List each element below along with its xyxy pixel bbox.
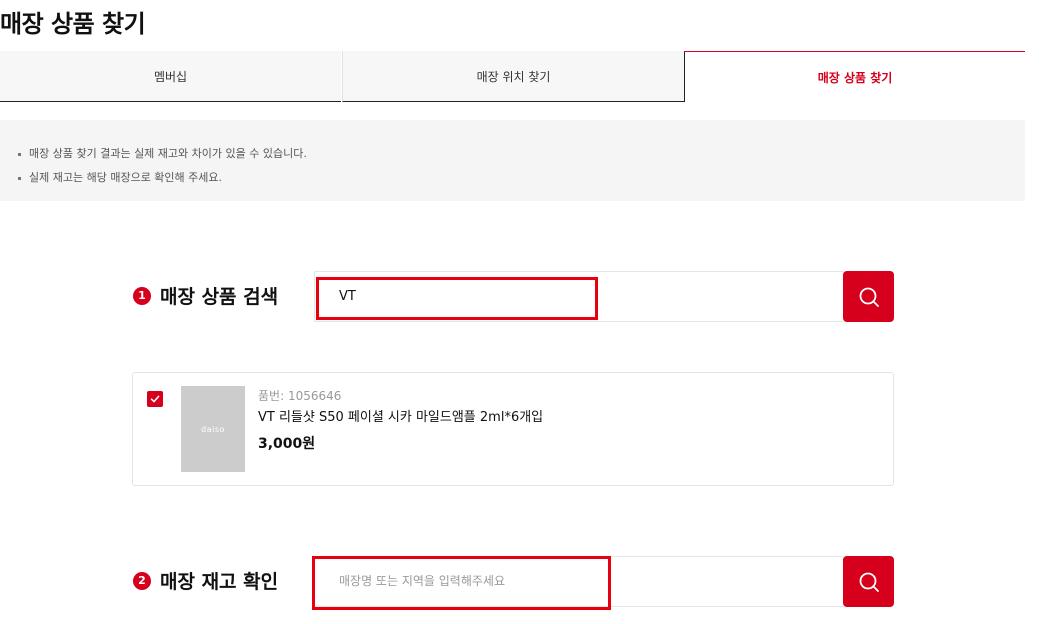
daiso-logo: daiso xyxy=(201,424,225,434)
tab-store-location[interactable]: 매장 위치 찾기 xyxy=(342,51,684,102)
step1-label: 매장 상품 검색 xyxy=(160,286,279,308)
step1-number-badge: 1 xyxy=(133,286,151,305)
step2-label: 매장 재고 확인 xyxy=(160,571,279,593)
store-search-button[interactable] xyxy=(843,556,894,607)
search-icon xyxy=(859,572,879,592)
product-search-button[interactable] xyxy=(843,271,894,322)
step1-heading: 1 매장 상품 검색 xyxy=(133,282,278,309)
bullet-icon xyxy=(18,152,21,156)
product-code: 품번: 1056646 xyxy=(258,389,342,403)
tab-bar: 멤버십 매장 위치 찾기 매장 상품 찾기 xyxy=(0,51,1025,102)
product-price: 3,000원 xyxy=(258,436,316,452)
notice-item: 실제 재고는 해당 매장으로 확인해 주세요. xyxy=(18,166,1025,190)
product-result-card[interactable]: daiso 품번: 1056646 VT 리들샷 S50 페이셜 시카 마일드앰… xyxy=(132,372,894,486)
notice-text: 실제 재고는 해당 매장으로 확인해 주세요. xyxy=(29,171,223,184)
product-name: VT 리들샷 S50 페이셜 시카 마일드앰플 2ml*6개입 xyxy=(258,410,544,425)
product-thumbnail: daiso xyxy=(181,386,245,472)
search-icon xyxy=(859,287,879,307)
notice-item: 매장 상품 찾기 결과는 실제 재고와 차이가 있을 수 있습니다. xyxy=(18,142,1025,166)
step2-number-badge: 2 xyxy=(133,571,151,590)
tab-membership[interactable]: 멤버십 xyxy=(0,51,341,102)
notice-text: 매장 상품 찾기 결과는 실제 재고와 차이가 있을 수 있습니다. xyxy=(29,147,307,160)
tab-store-product[interactable]: 매장 상품 찾기 xyxy=(684,51,1025,102)
notice-box: 매장 상품 찾기 결과는 실제 재고와 차이가 있을 수 있습니다. 실제 재고… xyxy=(0,120,1025,201)
check-icon xyxy=(150,395,160,403)
store-search-box xyxy=(314,556,844,607)
product-search-box xyxy=(314,271,844,322)
bullet-icon xyxy=(18,176,21,180)
product-search-input[interactable] xyxy=(315,272,844,321)
store-search-input[interactable] xyxy=(315,557,844,606)
page-title: 매장 상품 찾기 xyxy=(0,10,146,38)
product-checkbox[interactable] xyxy=(147,391,163,407)
step2-heading: 2 매장 재고 확인 xyxy=(133,567,278,594)
